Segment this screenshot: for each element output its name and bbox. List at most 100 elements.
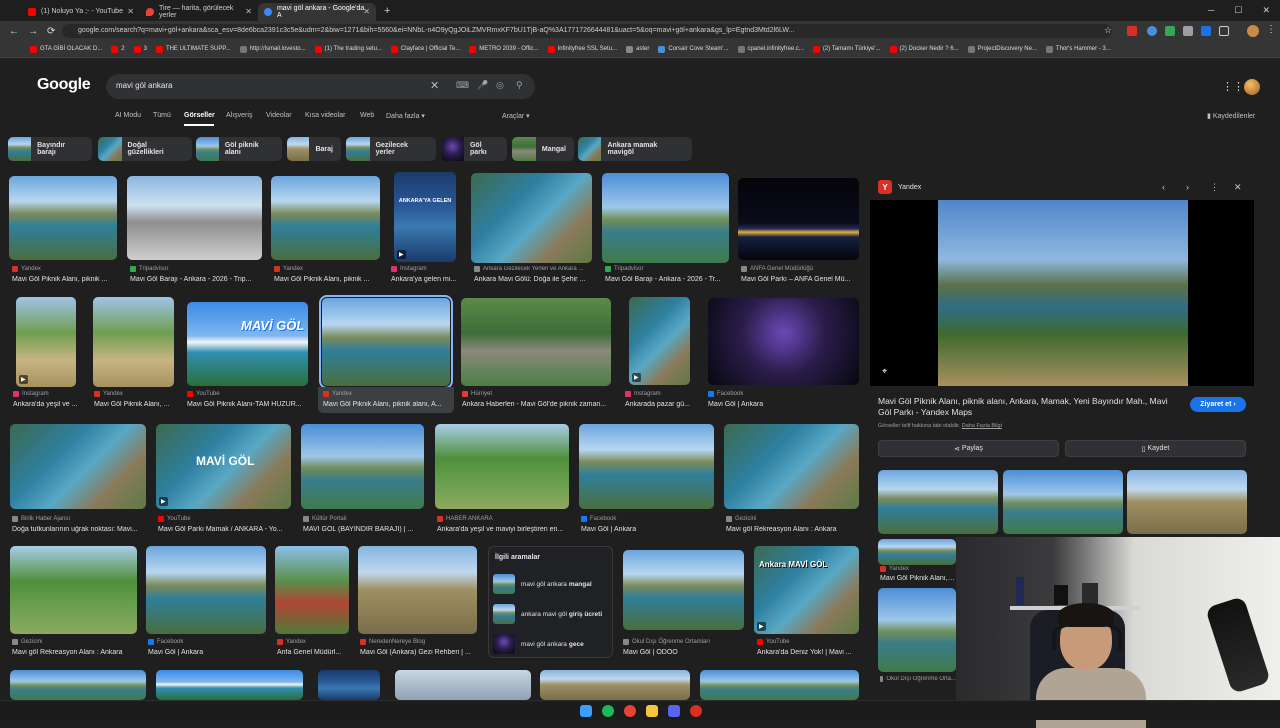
result-image[interactable]: Ankara MAVİ GÖL ▶ (754, 546, 859, 634)
bookmark-item[interactable]: Corsair Cove Steam'... (658, 45, 729, 53)
close-icon[interactable]: ✕ (127, 7, 134, 16)
result-image[interactable]: ▶ (629, 297, 690, 385)
tab-short-videos[interactable]: Kısa videolar (305, 112, 345, 119)
result-caption[interactable]: Mavi Göl | Ankara (708, 401, 858, 408)
chrome-icon[interactable] (624, 705, 636, 717)
result-source[interactable]: YouTube (158, 516, 191, 522)
spotify-icon[interactable] (602, 705, 614, 717)
result-source[interactable]: Yandex (323, 391, 352, 397)
chip-suggestion[interactable]: Göl piknik alanı (196, 137, 282, 161)
result-source[interactable]: Tripadvisor (130, 266, 168, 272)
chip-suggestion[interactable]: Doğal güzellikleri (98, 137, 192, 161)
result-image[interactable] (271, 176, 380, 260)
bookmark-item[interactable]: GTA GİBİ OLACAK D... (30, 45, 102, 53)
search-input[interactable]: mavi göl ankara (116, 81, 172, 90)
result-image[interactable] (10, 670, 146, 700)
result-image[interactable] (602, 173, 729, 263)
minimize-icon[interactable]: ─ (1208, 5, 1214, 16)
result-source[interactable]: Gezicini (12, 639, 42, 645)
result-image[interactable] (10, 424, 146, 509)
chip-suggestion[interactable]: Bayındır barajı (8, 137, 92, 161)
result-source[interactable]: Hürriyet (462, 391, 492, 397)
result-source[interactable]: Ankara Gezilecek Yerleri ve Ankara ... (474, 266, 592, 272)
bookmark-item[interactable]: cpanel.infinityfree.c... (737, 45, 804, 53)
app-icon[interactable] (646, 705, 658, 717)
bookmark-item[interactable]: aster (626, 45, 649, 53)
result-image[interactable] (579, 424, 714, 509)
result-image[interactable] (146, 546, 266, 634)
result-source[interactable]: Yandex (12, 266, 41, 272)
google-logo[interactable]: Google (37, 76, 91, 94)
result-image-selected[interactable] (319, 295, 453, 389)
result-image[interactable]: MAVİ GÖL (187, 302, 308, 386)
bookmark-item[interactable]: (2) Tamamı Türkiye'... (812, 45, 881, 53)
result-image[interactable] (10, 546, 137, 634)
result-caption[interactable]: Doğa tutkunlarının uğrak noktası: Mavi..… (12, 526, 146, 533)
result-source[interactable]: Tripadvisor (605, 266, 643, 272)
search-icon[interactable]: ⚲ (516, 80, 523, 91)
chip-suggestion[interactable]: Ankara mamak mavigöl (578, 137, 692, 161)
previous-icon[interactable]: ‹ (1162, 182, 1165, 192)
bookmark-star-icon[interactable]: ☆ (1104, 25, 1112, 36)
panel-source-header[interactable]: Y Yandex (878, 178, 921, 196)
result-source[interactable]: Yandex (277, 639, 306, 645)
result-image[interactable] (318, 670, 380, 700)
result-source[interactable]: YouTube (757, 639, 790, 645)
result-caption[interactable]: Mavi Göl (Ankara) Gezi Rehberi | ... (360, 649, 474, 656)
result-image[interactable] (395, 670, 531, 700)
saved-link[interactable]: ▮ Kaydedilenler (1207, 112, 1255, 120)
result-image[interactable] (156, 670, 303, 700)
app-icon[interactable] (690, 705, 702, 717)
result-image[interactable] (700, 670, 859, 700)
account-avatar[interactable] (1244, 79, 1260, 95)
result-source[interactable]: ANFA Genel Müdürlüğü (741, 266, 813, 272)
maximize-icon[interactable]: ☐ (1234, 5, 1242, 16)
result-image[interactable] (461, 298, 611, 386)
extensions-puzzle-icon[interactable] (1219, 26, 1229, 36)
result-caption[interactable]: Mavi Göl Piknik Alanı-TAM HUZUR... (187, 401, 309, 408)
tab-images[interactable]: Görseller (184, 112, 215, 119)
tab-web[interactable]: Web (360, 112, 374, 119)
related-image[interactable] (878, 539, 956, 565)
result-source[interactable]: Instagram (391, 266, 427, 272)
close-icon[interactable]: ✕ (363, 7, 370, 16)
result-source[interactable]: Instagram (13, 391, 49, 397)
extension-icon[interactable] (1147, 26, 1157, 36)
result-caption[interactable]: MAVİ GÖL (BAYINDIR BARAJI) | ... (303, 526, 425, 533)
close-icon[interactable]: ✕ (1234, 182, 1242, 193)
result-caption[interactable]: Ankarada pazar gü... (625, 401, 693, 408)
tab-ai-mode[interactable]: AI Modu (115, 112, 141, 119)
tools-button[interactable]: Araçlar ▾ (502, 112, 530, 120)
result-image[interactable]: MAVİ GÖL ▶ (156, 424, 291, 509)
result-caption[interactable]: Mavi Göl Piknik Alanı, ... (94, 401, 174, 408)
bookmark-item[interactable]: (1) The trading setu... (314, 45, 382, 53)
bookmark-item[interactable]: METRO 2039 - Offic... (469, 45, 539, 53)
reload-icon[interactable]: ⟳ (47, 26, 55, 37)
result-image[interactable] (623, 550, 744, 630)
result-source[interactable]: NeredenNereye Blog (360, 639, 425, 645)
bookmark-item[interactable]: ProjectDiscovery Ne... (967, 45, 1037, 53)
forward-icon[interactable]: → (28, 26, 38, 37)
result-caption[interactable]: Mavi Göl Barajı - Ankara - 2026 - Tr... (605, 276, 729, 283)
result-image[interactable] (435, 424, 569, 509)
result-caption[interactable]: Ankara'da Deniz Yok! | Mavi ... (757, 649, 859, 656)
result-caption[interactable]: Mavi Göl Parkı Mamak / ANKARA - Yo... (158, 526, 292, 533)
result-image[interactable] (275, 546, 349, 634)
preview-title[interactable]: Mavi Göl Piknik Alanı, piknik alanı, Ank… (878, 396, 1178, 418)
result-image[interactable] (358, 546, 477, 634)
save-button[interactable]: ▯ Kaydet (1065, 440, 1246, 457)
result-caption[interactable]: Mavi Göl Piknik Alanı, piknik alanı, A..… (323, 401, 451, 408)
preview-image[interactable] (938, 200, 1188, 386)
related-search-item[interactable]: ankara mavi göl giriş ücreti (493, 603, 602, 625)
chip-suggestion[interactable]: Göl parkı (441, 137, 507, 161)
result-caption[interactable]: Mavi göl Rekreasyon Alanı : Ankara (726, 526, 860, 533)
result-caption[interactable]: Mavi Göl Barajı - Ankara - 2026 - Trip..… (130, 276, 262, 283)
back-icon[interactable]: ← (9, 26, 19, 37)
profile-avatar[interactable] (1247, 25, 1259, 37)
lens-icon[interactable]: ◎ (496, 80, 504, 91)
bookmark-item[interactable]: THE ULTIMATE SUPP... (155, 45, 231, 53)
result-image[interactable] (738, 178, 859, 260)
extension-icon[interactable] (1165, 26, 1175, 36)
result-source[interactable]: Gezicini (726, 516, 756, 522)
result-source[interactable]: Birlik Haber Ajansı (12, 516, 70, 522)
